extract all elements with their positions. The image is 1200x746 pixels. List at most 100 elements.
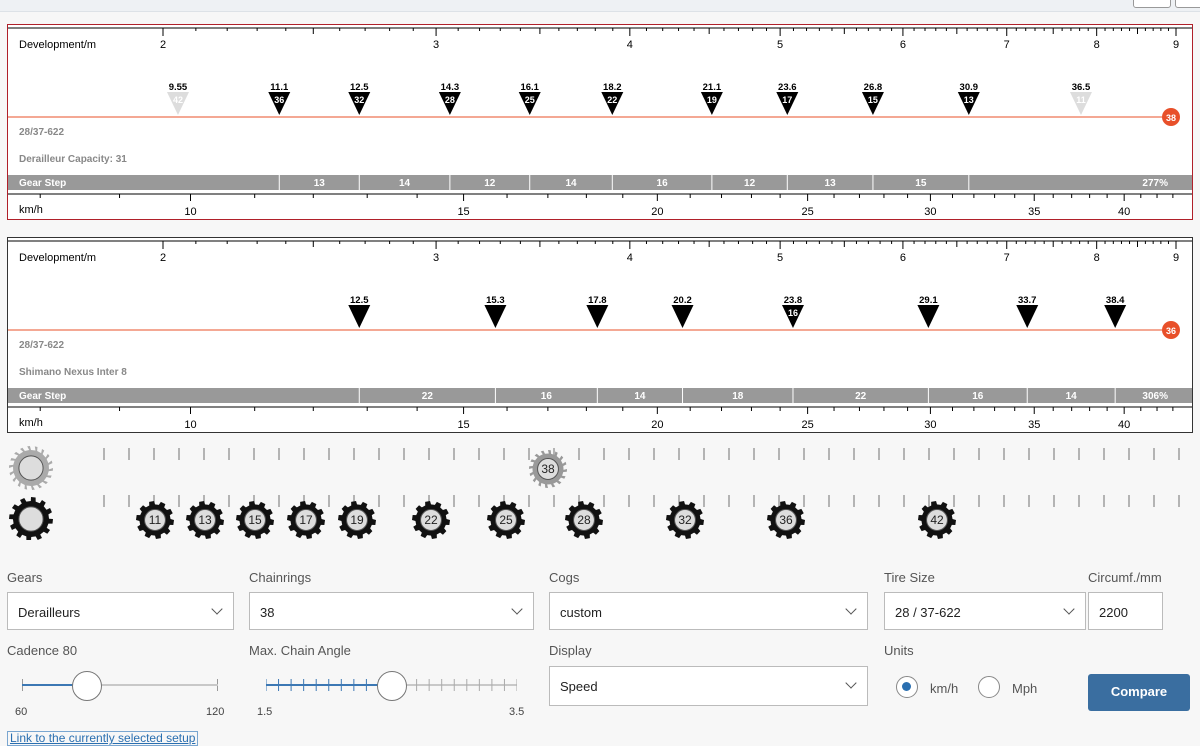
dev-tick-label: 2	[160, 39, 166, 51]
chevron-down-icon	[511, 603, 523, 615]
gear-dev-value: 12.5	[350, 82, 369, 93]
gear-marker[interactable]: 20.2	[671, 295, 694, 328]
cog-19[interactable]: 19	[338, 501, 376, 539]
gear-marker[interactable]: 14.3 28	[438, 82, 461, 115]
speed-tick-label: 15	[457, 419, 469, 431]
cog-28[interactable]: 28	[565, 501, 603, 539]
cog-36[interactable]: 36	[767, 501, 805, 539]
gear-cog-value: 17	[782, 95, 792, 105]
gear-marker[interactable]: 21.1 19	[700, 82, 723, 115]
cogs-select-value: custom	[560, 605, 602, 620]
gear-chart-svg: 2 3 4 5 6 7 8 9 Development/m 36 12.5 15.3 17.8 20.2 2…	[8, 240, 1192, 431]
compare-button[interactable]: Compare	[1088, 674, 1190, 711]
display-label: Display	[549, 643, 592, 658]
unit-mph-radio[interactable]	[978, 676, 1000, 698]
gears-select[interactable]: Derailleurs	[7, 592, 234, 630]
gear-cog-value: 25	[525, 95, 535, 105]
chevron-down-icon	[845, 677, 857, 689]
chainring-toggle[interactable]	[9, 446, 53, 490]
gear-cog-value: 19	[707, 95, 717, 105]
gear-dev-value: 36.5	[1072, 82, 1091, 93]
chain-angle-min: 1.5	[257, 706, 273, 718]
gear-cog-value: 28	[445, 95, 455, 105]
chain-angle-slider-handle[interactable]	[376, 671, 407, 701]
unit-kmh-label[interactable]: km/h	[930, 681, 958, 696]
gear-size-label: 28	[577, 513, 591, 527]
cog-42[interactable]: 42	[918, 501, 956, 539]
cog-17[interactable]: 17	[287, 501, 325, 539]
cog-11[interactable]: 11	[136, 501, 174, 539]
chainring-38[interactable]: 38	[529, 450, 567, 488]
chain-angle-slider[interactable]	[266, 671, 517, 701]
cog-15[interactable]: 15	[236, 501, 274, 539]
dev-tick-label: 4	[627, 252, 633, 264]
chainrings-select[interactable]: 38	[249, 592, 534, 630]
gear-marker[interactable]: 38.4	[1104, 295, 1127, 328]
cog-toggle[interactable]	[9, 497, 53, 540]
gear-chart-selected[interactable]: 2 3 4 5 6 7 8 9 Development/m 38 9.55 42 11.1 36 12.5 3…	[7, 24, 1193, 220]
gear-dev-value: 21.1	[703, 82, 722, 93]
gear-cog-value: 16	[788, 308, 798, 318]
unit-mph-label[interactable]: Mph	[1012, 681, 1037, 696]
gear-marker[interactable]: 26.8 15	[861, 82, 884, 115]
gear-triangle	[917, 305, 940, 328]
gear-range-total: 277%	[1142, 178, 1168, 189]
gear-size-label: 17	[299, 513, 313, 527]
gear-size-label: 11	[149, 513, 162, 527]
speed-tick-label: 35	[1028, 206, 1040, 218]
gear-step-label: Gear Step	[19, 391, 66, 402]
gear-step-value: 14	[634, 391, 646, 402]
gear-marker[interactable]: 23.6 17	[776, 82, 799, 115]
tire-size-select[interactable]: 28 / 37-622	[884, 592, 1086, 630]
unit-kmh-radio[interactable]	[896, 676, 918, 698]
gear-marker[interactable]: 17.8	[586, 295, 609, 328]
display-select[interactable]: Speed	[549, 666, 868, 706]
cogs-select[interactable]: custom	[549, 592, 868, 630]
gear-step-value: 13	[825, 178, 837, 189]
gear-dev-value: 38.4	[1106, 295, 1125, 306]
gear-triangle	[348, 305, 371, 328]
cadence-slider[interactable]	[22, 671, 218, 701]
gear-dev-value: 30.9	[960, 82, 979, 93]
gear-marker[interactable]: 11.1 36	[268, 82, 291, 115]
gear-marker[interactable]: 15.3	[484, 295, 507, 328]
gear-dev-value: 11.1	[270, 82, 289, 93]
chainring-value: 36	[1166, 326, 1176, 336]
gear-dev-value: 26.8	[864, 82, 883, 93]
dev-tick-label: 7	[1004, 252, 1010, 264]
gear-dev-value: 29.1	[919, 295, 938, 306]
gear-hub	[18, 455, 44, 481]
gear-step-value: 13	[314, 178, 326, 189]
gear-dev-value: 20.2	[673, 295, 692, 306]
gear-chart-compare[interactable]: 2 3 4 5 6 7 8 9 Development/m 36 12.5 15.3 17.8 20.2 2…	[7, 237, 1193, 433]
cog-25[interactable]: 25	[487, 501, 525, 539]
gear-marker[interactable]: 12.5 32	[348, 82, 371, 115]
dev-tick-label: 5	[777, 252, 783, 264]
toolbar-button[interactable]	[1133, 0, 1171, 8]
gear-marker[interactable]: 36.5 11	[1069, 82, 1092, 115]
gear-size-label: 15	[248, 513, 262, 527]
gear-marker[interactable]: 18.2 22	[601, 82, 624, 115]
gear-marker[interactable]: 30.9 13	[957, 82, 980, 115]
gear-marker[interactable]: 16.1 25	[518, 82, 541, 115]
cog-13[interactable]: 13	[186, 501, 224, 539]
gear-marker[interactable]: 23.8 16	[781, 295, 804, 328]
toolbar-button[interactable]	[1175, 0, 1200, 8]
speed-tick-label: 10	[184, 419, 196, 431]
gear-picker[interactable]: 38 11 13 15 17 19 22 25 28 32 36 42	[0, 440, 1200, 540]
gear-marker[interactable]: 12.5	[348, 295, 371, 328]
gear-step-label: Gear Step	[19, 178, 66, 189]
gear-step-value: 15	[915, 178, 927, 189]
circumference-input[interactable]: 2200	[1088, 592, 1163, 630]
speed-tick-label: 15	[457, 206, 469, 218]
setup-link[interactable]: Link to the currently selected setup	[7, 731, 199, 746]
gear-marker[interactable]: 33.7	[1016, 295, 1039, 328]
cog-32[interactable]: 32	[666, 501, 704, 539]
gear-step-value: 18	[732, 391, 744, 402]
gear-step-value: 16	[972, 391, 984, 402]
dev-tick-label: 9	[1173, 39, 1179, 51]
cadence-slider-handle[interactable]	[72, 671, 103, 701]
cog-22[interactable]: 22	[412, 501, 450, 539]
gear-marker[interactable]: 9.55 42	[166, 82, 189, 115]
gear-marker[interactable]: 29.1	[917, 295, 940, 328]
